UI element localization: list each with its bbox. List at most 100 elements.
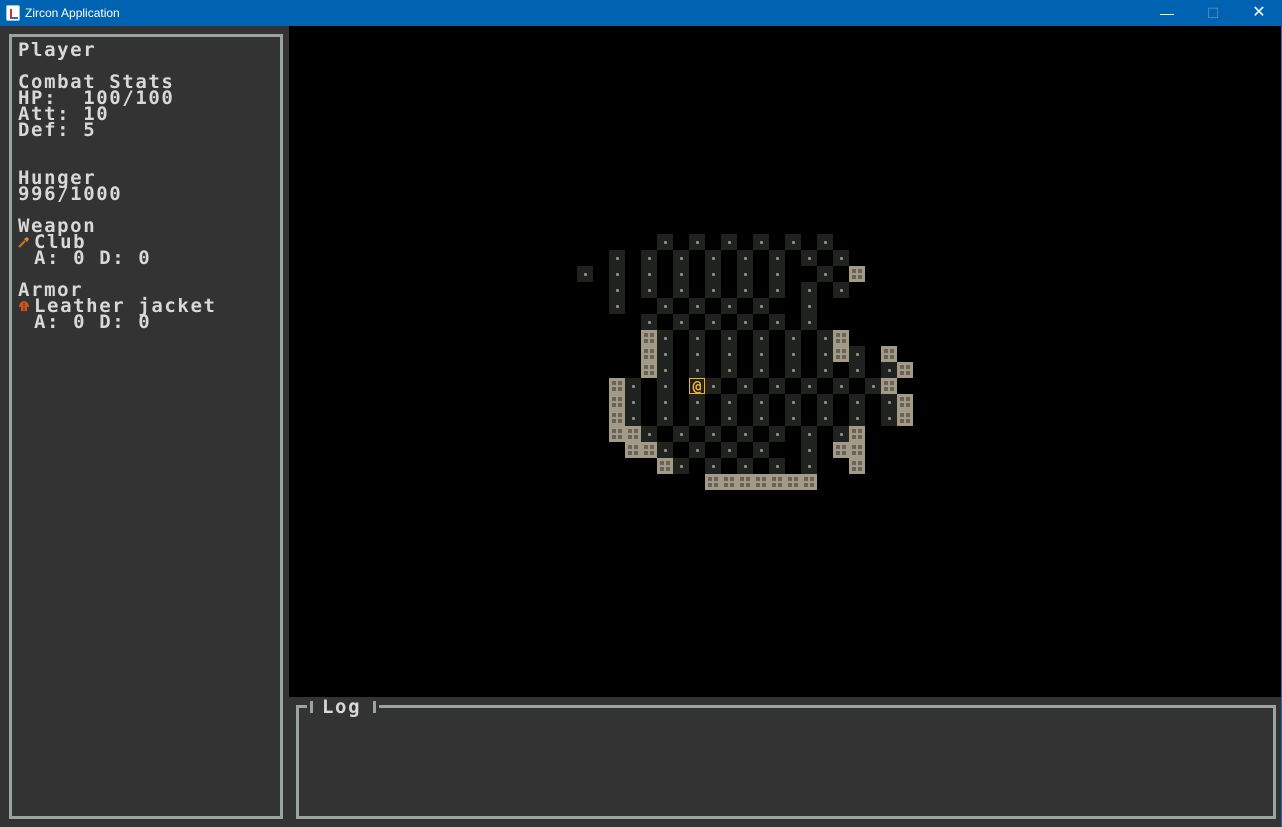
floor-tile <box>849 410 865 426</box>
floor-tile <box>721 442 737 458</box>
floor-tile <box>737 458 753 474</box>
wall-tile <box>609 394 625 410</box>
floor-tile <box>817 362 833 378</box>
floor-tile <box>721 394 737 410</box>
armor-stats: A: 0 D: 0 <box>34 311 152 333</box>
floor-tile <box>753 394 769 410</box>
wall-tile <box>753 474 769 490</box>
minimize-button[interactable]: — <box>1144 0 1190 26</box>
wall-tile <box>897 394 913 410</box>
floor-tile <box>801 458 817 474</box>
floor-tile <box>753 234 769 250</box>
floor-tile <box>657 362 673 378</box>
floor-tile <box>673 266 689 282</box>
floor-tile <box>705 314 721 330</box>
floor-tile <box>801 378 817 394</box>
floor-tile <box>705 458 721 474</box>
floor-tile <box>737 314 753 330</box>
wall-tile <box>849 458 865 474</box>
wall-tile <box>801 474 817 490</box>
floor-tile <box>801 282 817 298</box>
floor-tile <box>881 410 897 426</box>
floor-tile <box>673 250 689 266</box>
close-button[interactable]: ✕ <box>1236 0 1282 26</box>
floor-tile <box>689 346 705 362</box>
hunger-value: 996/1000 <box>18 183 123 205</box>
floor-tile <box>753 362 769 378</box>
floor-tile <box>817 234 833 250</box>
floor-tile <box>657 442 673 458</box>
floor-tile <box>673 314 689 330</box>
floor-tile <box>625 410 641 426</box>
floor-tile <box>641 282 657 298</box>
floor-tile <box>577 266 593 282</box>
wall-tile <box>881 346 897 362</box>
defense-stat: Def: 5 <box>18 119 97 141</box>
floor-tile <box>737 282 753 298</box>
floor-tile <box>769 266 785 282</box>
floor-tile <box>801 442 817 458</box>
floor-tile <box>657 378 673 394</box>
floor-tile <box>817 330 833 346</box>
floor-tile <box>689 410 705 426</box>
floor-tile <box>721 410 737 426</box>
wall-tile <box>705 474 721 490</box>
wall-tile <box>737 474 753 490</box>
floor-tile <box>609 298 625 314</box>
wall-tile <box>641 442 657 458</box>
window-title: Zircon Application <box>25 6 120 20</box>
floor-tile <box>881 394 897 410</box>
sidebar-border <box>9 34 283 819</box>
player-heading: Player <box>18 39 97 61</box>
wall-tile <box>609 378 625 394</box>
floor-tile <box>689 330 705 346</box>
floor-tile <box>785 234 801 250</box>
floor-tile <box>849 362 865 378</box>
wall-tile <box>609 426 625 442</box>
floor-tile <box>833 378 849 394</box>
floor-tile <box>849 394 865 410</box>
floor-tile <box>657 346 673 362</box>
floor-tile <box>833 282 849 298</box>
maximize-button[interactable]: ☐ <box>1190 0 1236 26</box>
wall-tile <box>897 362 913 378</box>
floor-tile <box>641 266 657 282</box>
club-icon <box>18 237 29 248</box>
title-bar: Zircon Application — ☐ ✕ <box>0 0 1282 26</box>
wall-tile <box>849 442 865 458</box>
floor-tile <box>721 346 737 362</box>
floor-tile <box>801 250 817 266</box>
floor-tile <box>737 426 753 442</box>
wall-tile <box>785 474 801 490</box>
floor-tile <box>657 298 673 314</box>
floor-tile <box>609 250 625 266</box>
floor-tile <box>785 362 801 378</box>
floor-tile <box>753 330 769 346</box>
floor-tile <box>705 426 721 442</box>
wall-tile <box>625 442 641 458</box>
floor-tile <box>769 250 785 266</box>
wall-tile <box>849 266 865 282</box>
wall-tile <box>833 330 849 346</box>
floor-tile <box>881 362 897 378</box>
wall-tile <box>641 330 657 346</box>
floor-tile <box>705 250 721 266</box>
floor-tile <box>785 346 801 362</box>
wall-tile <box>897 410 913 426</box>
floor-tile <box>737 250 753 266</box>
floor-tile <box>737 266 753 282</box>
wall-tile <box>641 362 657 378</box>
weapon-stats: A: 0 D: 0 <box>34 247 152 269</box>
floor-tile <box>753 442 769 458</box>
floor-tile <box>769 314 785 330</box>
floor-tile <box>817 410 833 426</box>
wall-tile <box>881 378 897 394</box>
floor-tile <box>753 346 769 362</box>
game-map[interactable]: @ <box>289 26 1281 697</box>
jacket-icon <box>19 301 29 311</box>
log-title: Log <box>322 696 362 718</box>
player-character: @ <box>689 378 705 394</box>
wall-tile <box>657 458 673 474</box>
floor-tile <box>769 282 785 298</box>
floor-tile <box>801 426 817 442</box>
